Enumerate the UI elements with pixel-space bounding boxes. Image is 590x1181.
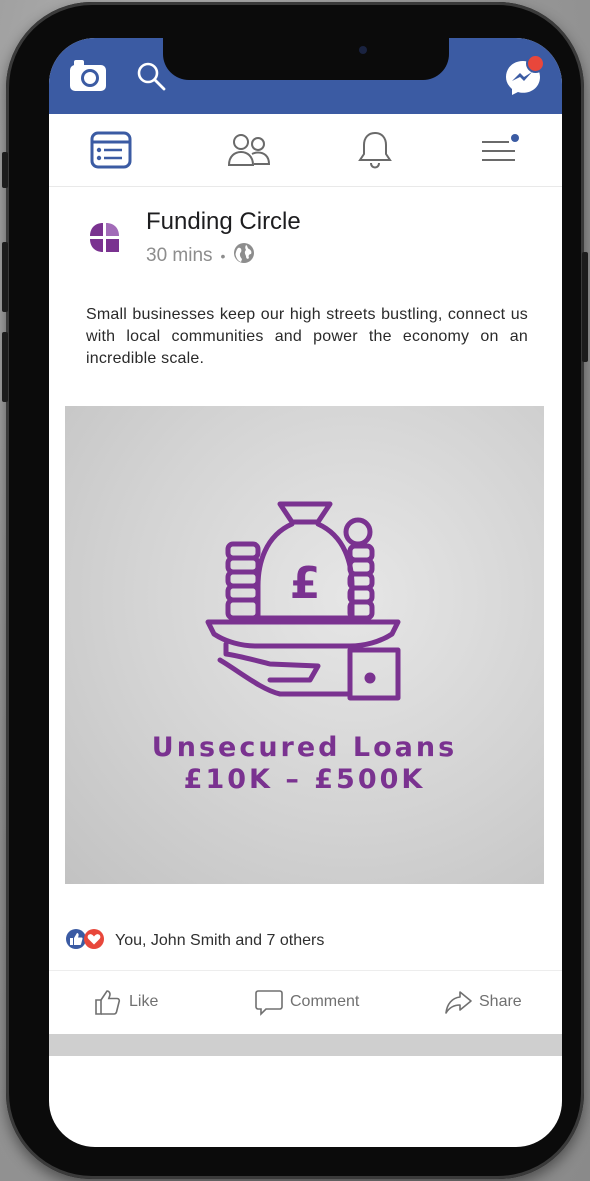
- notification-badge: [526, 54, 545, 73]
- funding-circle-logo[interactable]: [87, 220, 121, 259]
- menu-icon: [482, 134, 519, 161]
- thumbs-up-icon: [95, 990, 121, 1015]
- front-camera: [359, 46, 367, 54]
- volume-down-button: [2, 332, 8, 402]
- post-actions: Like Comment Share: [49, 970, 562, 1035]
- mute-switch: [2, 152, 8, 188]
- phone-frame: Funding Circle 30 mins • Small businesse…: [2, 2, 588, 1179]
- image-title-line1: Unsecured Loans: [151, 732, 458, 763]
- post-text: Small businesses keep our high streets b…: [86, 306, 528, 367]
- post-image[interactable]: £ Unsecured Loans £10K – £500K: [65, 406, 544, 884]
- post-time[interactable]: 30 mins: [146, 245, 213, 267]
- pound-symbol: £: [290, 558, 321, 609]
- post-author[interactable]: Funding Circle: [146, 208, 301, 236]
- screen: Funding Circle 30 mins • Small businesse…: [49, 38, 562, 1147]
- money-bag-on-hand-icon: £: [205, 501, 401, 701]
- like-label: Like: [129, 993, 159, 1010]
- post-meta: 30 mins •: [146, 242, 255, 270]
- love-reaction-icon: [83, 928, 105, 955]
- post-header: Funding Circle 30 mins •: [85, 206, 545, 276]
- share-icon: [445, 991, 472, 1014]
- share-button[interactable]: Share: [443, 987, 522, 1017]
- news-feed-icon: [90, 131, 132, 169]
- comment-button[interactable]: Comment: [254, 987, 359, 1017]
- bell-icon: [358, 131, 392, 169]
- camera-icon[interactable]: [69, 58, 107, 97]
- feed-divider: [49, 1034, 562, 1056]
- reactions-text[interactable]: You, John Smith and 7 others: [115, 932, 324, 950]
- tab-menu[interactable]: [469, 128, 529, 172]
- friends-icon: [227, 134, 271, 166]
- image-title-line2: £10K – £500K: [183, 764, 426, 795]
- comment-icon: [255, 990, 283, 1016]
- power-button: [582, 252, 588, 362]
- comment-label: Comment: [290, 993, 360, 1010]
- tab-bar: [49, 114, 562, 187]
- volume-up-button: [2, 242, 8, 312]
- like-button[interactable]: Like: [93, 987, 158, 1017]
- search-icon[interactable]: [135, 60, 167, 97]
- tab-notifications[interactable]: [345, 128, 405, 172]
- reactions-summary[interactable]: You, John Smith and 7 others: [65, 926, 535, 956]
- meta-separator: •: [220, 248, 226, 264]
- globe-icon: [233, 242, 255, 270]
- tab-friends[interactable]: [219, 128, 279, 172]
- share-label: Share: [479, 993, 522, 1010]
- tab-news-feed[interactable]: [81, 128, 141, 172]
- phone-notch: [163, 38, 449, 80]
